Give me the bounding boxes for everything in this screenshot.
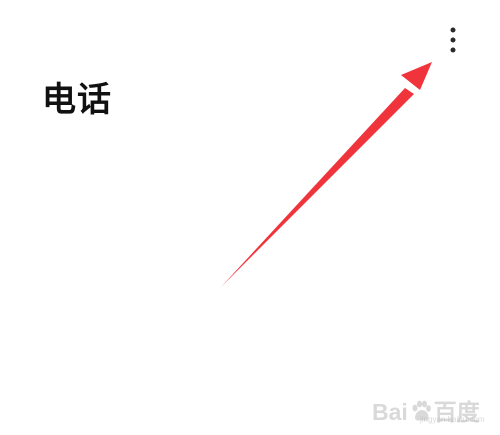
arrow-head <box>401 62 432 90</box>
baidu-jingyan-watermark: Bai 百度 jingyan.baidu.com <box>372 377 492 427</box>
arrow-shaft <box>221 88 414 287</box>
phone-app-screen: 电话 Bai 百度 jingyan.baidu.com <box>0 0 500 435</box>
watermark-url: jingyan.baidu.com <box>420 415 485 424</box>
paw-logo-icon <box>412 400 431 421</box>
page-title: 电话 <box>42 80 112 120</box>
watermark-brand-prefix: Bai <box>372 399 408 425</box>
watermark-brand-suffix: 百度 <box>433 399 480 425</box>
annotation-arrow <box>221 62 432 287</box>
more-vertical-icon <box>450 27 456 53</box>
more-options-button[interactable] <box>438 22 468 58</box>
